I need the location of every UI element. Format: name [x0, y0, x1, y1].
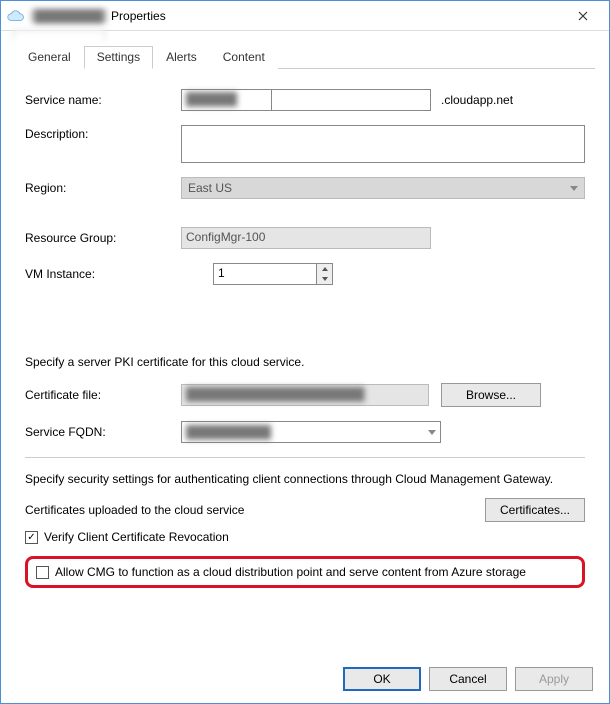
arrow-up-icon: [322, 267, 328, 271]
vm-instance-value[interactable]: 1: [213, 263, 317, 285]
allow-cmg-highlight: Allow CMG to function as a cloud distrib…: [25, 556, 585, 588]
tab-settings[interactable]: Settings: [84, 46, 153, 69]
vm-instance-spinner[interactable]: 1: [213, 263, 333, 285]
label-service-name: Service name:: [25, 93, 181, 107]
tab-content[interactable]: Content: [210, 46, 278, 69]
region-value: East US: [188, 181, 232, 195]
label-vm-instance: VM Instance:: [25, 267, 181, 281]
apply-button: Apply: [515, 667, 593, 691]
window-title: Properties: [111, 9, 166, 23]
chevron-down-icon: [570, 186, 578, 191]
browse-button[interactable]: Browse...: [441, 383, 541, 407]
label-cert-file: Certificate file:: [25, 388, 181, 402]
tab-general[interactable]: General: [15, 46, 84, 69]
background-tab-fragment: [13, 30, 105, 40]
cloud-icon: [7, 9, 25, 23]
arrow-down-icon: [322, 277, 328, 281]
close-button[interactable]: [563, 2, 603, 30]
service-name-prefix-readonly: ██████: [181, 89, 271, 111]
separator: [25, 457, 585, 458]
verify-crl-checkbox[interactable]: ✓: [25, 531, 38, 544]
dialog-footer: OK Cancel Apply: [343, 667, 593, 691]
settings-form: Service name: ██████ .cloudapp.net Descr…: [15, 83, 595, 588]
content-area: General Settings Alerts Content Service …: [1, 31, 609, 703]
tabstrip: General Settings Alerts Content: [15, 45, 595, 69]
service-fqdn-value: ██████████: [186, 425, 271, 439]
allow-cmg-label: Allow CMG to function as a cloud distrib…: [55, 565, 526, 579]
properties-dialog: ████████ Properties General Settings Ale…: [0, 0, 610, 704]
verify-crl-row[interactable]: ✓ Verify Client Certificate Revocation: [25, 530, 585, 544]
security-section-text: Specify security settings for authentica…: [25, 472, 585, 486]
cert-section-text: Specify a server PKI certificate for thi…: [25, 355, 585, 369]
verify-crl-label: Verify Client Certificate Revocation: [44, 530, 229, 544]
label-resource-group: Resource Group:: [25, 231, 181, 245]
titlebar: ████████ Properties: [1, 1, 609, 31]
resource-group-readonly: ConfigMgr-100: [181, 227, 431, 249]
description-input[interactable]: [181, 125, 585, 163]
cancel-button[interactable]: Cancel: [429, 667, 507, 691]
label-region: Region:: [25, 181, 181, 195]
label-description: Description:: [25, 125, 181, 141]
certificates-button[interactable]: Certificates...: [485, 498, 585, 522]
allow-cmg-checkbox[interactable]: [36, 566, 49, 579]
chevron-down-icon: [428, 430, 436, 435]
title-redacted: ████████: [31, 9, 107, 23]
service-name-suffix: .cloudapp.net: [441, 93, 513, 107]
service-name-input[interactable]: [271, 89, 431, 111]
cert-file-readonly: █████████████████████: [181, 384, 429, 406]
service-fqdn-combo[interactable]: ██████████: [181, 421, 441, 443]
region-select[interactable]: East US: [181, 177, 585, 199]
label-service-fqdn: Service FQDN:: [25, 425, 181, 439]
tab-alerts[interactable]: Alerts: [153, 46, 210, 69]
certs-uploaded-label: Certificates uploaded to the cloud servi…: [25, 503, 244, 517]
spinner-down-button[interactable]: [317, 274, 332, 284]
allow-cmg-row[interactable]: Allow CMG to function as a cloud distrib…: [36, 565, 574, 579]
spinner-up-button[interactable]: [317, 264, 332, 274]
close-icon: [578, 11, 588, 21]
ok-button[interactable]: OK: [343, 667, 421, 691]
